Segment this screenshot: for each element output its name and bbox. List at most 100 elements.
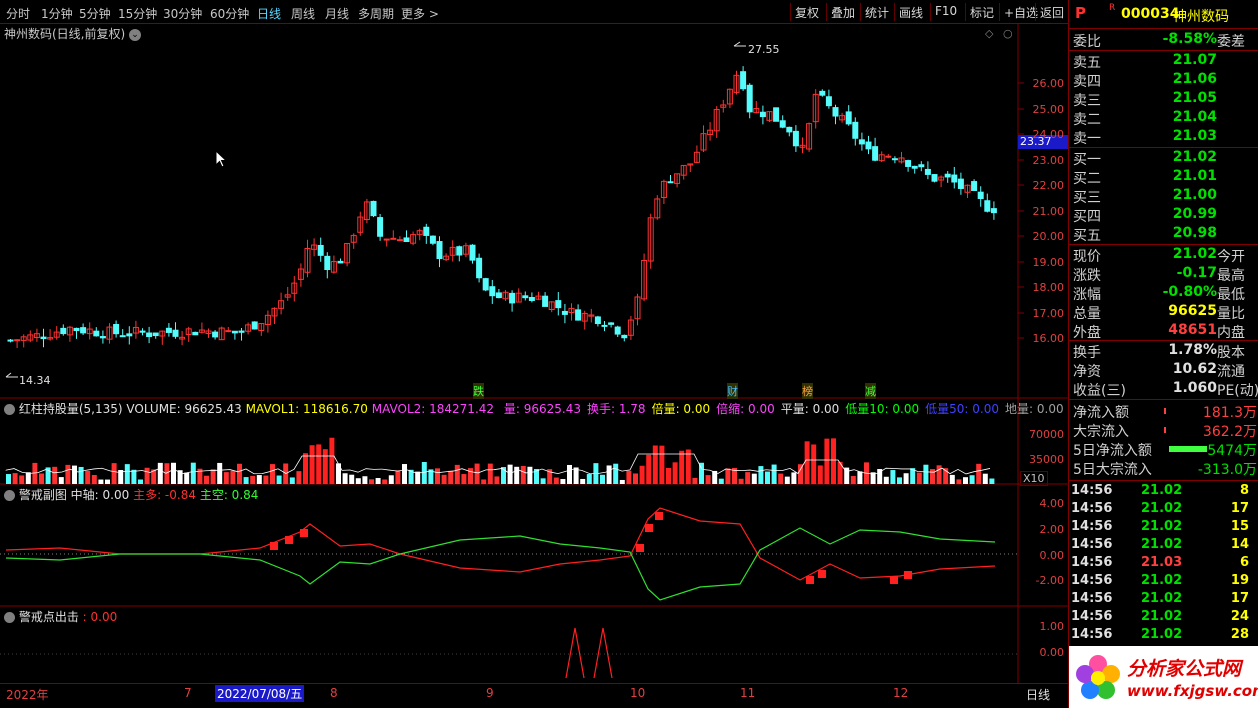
main-short-line (5, 527, 996, 601)
period-tab-monthly[interactable]: 月线 (325, 5, 349, 22)
stat-label: 换手 (1073, 345, 1101, 361)
volume-bar (210, 469, 216, 484)
date-cursor-label: 2022/07/08/五 (215, 685, 305, 702)
fund-flow-row[interactable]: 5日净流入额 -5474万 (1073, 440, 1257, 459)
buy-level-5[interactable]: 买五 20.98 (1073, 225, 1257, 244)
candle-body (119, 335, 126, 338)
event-marker-reduce[interactable]: 减 (865, 383, 876, 399)
stat-label-right: 最高 (1217, 268, 1245, 284)
candle-body (93, 330, 100, 337)
main-long-value: 主多: -0.84 (133, 488, 196, 502)
candle-body (528, 297, 535, 301)
stat-value: 1.78% (1168, 342, 1217, 358)
stat-row[interactable]: 涨幅 -0.80% 最低 (1073, 284, 1257, 303)
f10-button[interactable]: F10 (930, 3, 961, 21)
volume-bar (65, 464, 71, 484)
candle-body (14, 339, 21, 342)
tick-row: 14:56 21.02 28 (1071, 627, 1257, 645)
buy-level-4[interactable]: 买四 20.99 (1073, 206, 1257, 225)
tick-price: 21.02 (1141, 501, 1183, 516)
stat-row[interactable]: 现价 21.02 今开 (1073, 246, 1257, 265)
tick-time: 14:56 (1071, 519, 1113, 534)
period-tab-5min[interactable]: 5分钟 (79, 5, 111, 22)
volume-bar (369, 479, 374, 484)
candle-body (192, 331, 199, 336)
period-tab-minute[interactable]: 分时 (6, 5, 30, 22)
period-tab-15min[interactable]: 15分钟 (118, 5, 157, 22)
draw-button[interactable]: 画线 (894, 3, 927, 21)
volume-indicator-name[interactable]: 红柱持股量(5,135) (19, 402, 123, 416)
volume-bar (395, 470, 401, 484)
period-tab-weekly[interactable]: 周线 (291, 5, 315, 22)
stat2-row[interactable]: 收益(三) 1.060 PE(动) (1073, 380, 1258, 399)
overlay-button[interactable]: 叠加 (826, 3, 859, 21)
kline-chart[interactable] (0, 24, 1068, 684)
volume-bar (223, 472, 229, 484)
gear-icon[interactable] (4, 612, 15, 623)
fund-flow-label: 5日净流入额 (1073, 443, 1152, 459)
webi-row: 委比 -8.58% 委差 (1073, 31, 1257, 50)
period-tab-60min[interactable]: 60分钟 (210, 5, 249, 22)
candle-body (601, 324, 608, 327)
buy-level-3[interactable]: 买三 21.00 (1073, 187, 1257, 206)
stat-row[interactable]: 涨跌 -0.17 最高 (1073, 265, 1257, 284)
volume-bar (903, 473, 909, 484)
tick-row: 14:56 21.03 6 (1071, 555, 1257, 573)
stat2-row[interactable]: 净资 10.62 流通 (1073, 361, 1257, 380)
volume-bar (342, 473, 348, 484)
volume-bar (963, 477, 968, 484)
candle-body (931, 174, 938, 182)
sell-level-2[interactable]: 卖二 21.04 (1073, 109, 1257, 128)
volume-bar (303, 453, 308, 484)
candle-body (99, 336, 106, 339)
stat2-row[interactable]: 换手 1.78% 股本 (1073, 342, 1257, 361)
candle-body (370, 200, 377, 217)
candle-body (594, 316, 601, 325)
buy-level-1[interactable]: 买一 21.02 (1073, 149, 1257, 168)
period-tab-multi[interactable]: 多周期 (358, 5, 394, 22)
stat-row[interactable]: 总量 96625 量比 (1073, 303, 1257, 322)
top-toolbar: 分时 1分钟 5分钟 15分钟 30分钟 60分钟 日线 周线 月线 多周期 更… (0, 0, 1068, 24)
price-axis-tick: 20.00 (1032, 230, 1065, 243)
gear-icon[interactable] (4, 490, 15, 501)
stat-value: 21.02 (1172, 246, 1217, 262)
stock-code: 000034 (1121, 6, 1180, 22)
candle-body (832, 107, 839, 117)
volume-bar (824, 438, 830, 484)
candle-body (456, 246, 463, 256)
sell-level-1[interactable]: 卖一 21.03 (1073, 128, 1257, 147)
stat-label-right: 今开 (1217, 249, 1245, 265)
stat-value: 10.62 (1172, 361, 1217, 377)
back-button[interactable]: 返回 (1035, 3, 1068, 21)
volume-extra-value: 低量50: 0.00 (925, 402, 1000, 416)
period-tab-daily[interactable]: 日线 (257, 5, 281, 22)
stat-label: 涨幅 (1073, 287, 1101, 303)
sell-level-3[interactable]: 卖三 21.05 (1073, 90, 1257, 109)
sub-bar-mark (818, 570, 826, 578)
candle-body (779, 120, 786, 128)
mark-button[interactable]: 标记 (965, 3, 998, 21)
volume-bar (738, 478, 744, 484)
sell-level-label: 卖一 (1073, 131, 1101, 147)
event-marker-list[interactable]: 榜 (802, 383, 813, 399)
tick-row: 14:56 21.02 15 (1071, 519, 1257, 537)
stat-label-right: 股本 (1217, 345, 1245, 361)
gear-icon[interactable] (4, 404, 15, 415)
fund-flow-row[interactable]: 5日大宗流入 -313.0万 (1073, 459, 1257, 478)
sub-indicator-name[interactable]: 警戒副图 (19, 488, 67, 502)
fuquan-button[interactable]: 复权 (790, 3, 823, 21)
event-marker-finance[interactable]: 财 (727, 383, 738, 399)
volume-bar (276, 475, 282, 484)
signal-indicator-name[interactable]: 警戒点出击 (19, 610, 79, 624)
period-tab-30min[interactable]: 30分钟 (163, 5, 202, 22)
tick-time: 14:56 (1071, 609, 1113, 624)
buy-level-2[interactable]: 买二 21.01 (1073, 168, 1257, 187)
sell-level-5[interactable]: 卖五 21.07 (1073, 52, 1257, 71)
period-tab-1min[interactable]: 1分钟 (41, 5, 73, 22)
period-tab-more[interactable]: 更多 > (401, 5, 439, 22)
stat-row[interactable]: 外盘 48651 内盘 (1073, 322, 1257, 341)
tick-volume: 24 (1230, 609, 1249, 624)
stats-button[interactable]: 统计 (860, 3, 893, 21)
sell-level-4[interactable]: 卖四 21.06 (1073, 71, 1257, 90)
event-marker-drop[interactable]: 跌 (473, 383, 484, 399)
